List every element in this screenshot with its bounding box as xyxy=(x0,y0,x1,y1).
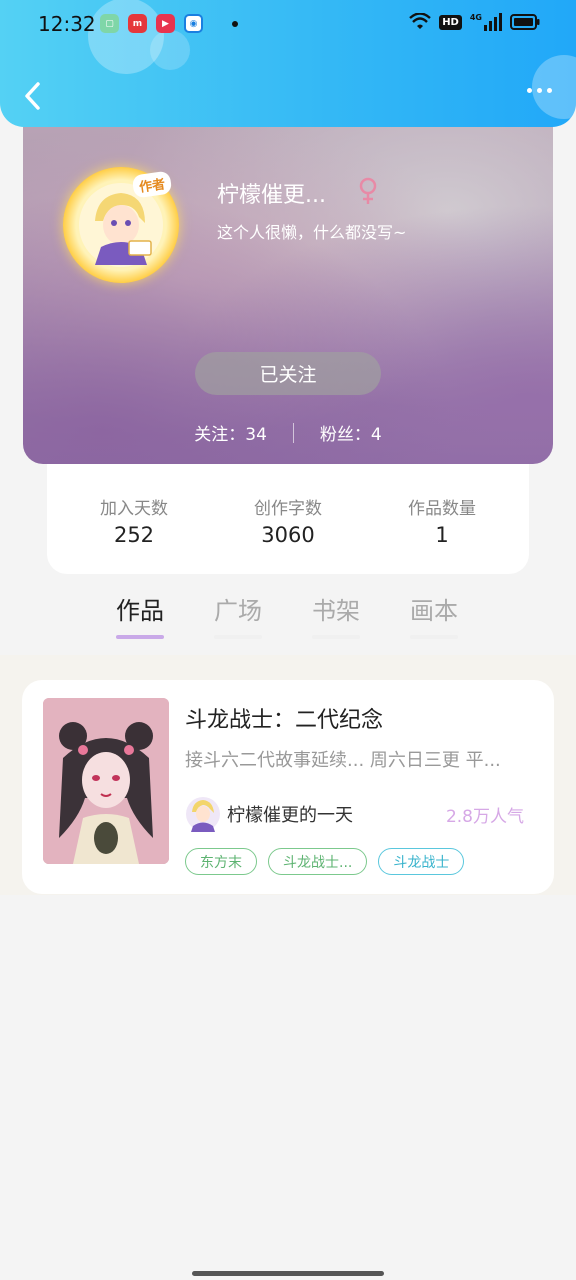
avatar[interactable]: 作者 xyxy=(63,167,179,283)
female-gender-icon xyxy=(357,177,379,209)
tag-chip[interactable]: 斗龙战士... xyxy=(268,848,368,875)
hd-icon: HD xyxy=(439,14,462,30)
stat-works-count: 作品数量 1 xyxy=(372,464,512,574)
author-name: 柠檬催更的一天 xyxy=(227,805,353,826)
wifi-icon xyxy=(409,13,431,29)
status-app-icons: ▢ m ▶ ◉ xyxy=(100,14,238,33)
home-indicator[interactable] xyxy=(192,1271,384,1276)
more-dots-icon xyxy=(527,88,532,93)
work-card[interactable]: 斗龙战士：二代纪念 接斗六二代故事延续￼... 周六日三更 平... 柠檬催更的… xyxy=(22,680,554,894)
tab-indicator xyxy=(116,635,164,639)
profile-card: 作者 柠檬催更... 这个人很懒，什么都没写~ 已关注 关注：34 粉丝：4 xyxy=(23,127,553,464)
followers-count[interactable]: 粉丝：4 xyxy=(320,420,382,445)
stat-label: 作品数量 xyxy=(408,499,476,519)
work-title: 斗龙战士：二代纪念 xyxy=(185,708,384,733)
stat-value: 1 xyxy=(435,523,449,547)
tab-picture-book[interactable]: 画本 xyxy=(404,591,464,639)
status-indicators: HD 4G xyxy=(409,13,540,31)
stat-word-count: 创作字数 3060 xyxy=(218,464,358,574)
top-header: 12:32 ▢ m ▶ ◉ HD 4G xyxy=(0,0,576,127)
video-app-icon: ▶ xyxy=(156,14,175,33)
divider xyxy=(292,422,294,443)
stat-join-days: 加入天数 252 xyxy=(64,464,204,574)
tag-list: 东方末 斗龙战士... 斗龙战士 xyxy=(185,848,465,875)
content-tabs: 作品 广场 书架 画本 xyxy=(0,585,576,655)
notification-dot-icon xyxy=(232,20,238,27)
chevron-left-icon xyxy=(25,82,40,110)
stat-value: 3060 xyxy=(261,523,315,547)
user-bio: 这个人很懒，什么都没写~ xyxy=(217,223,407,242)
stats-card: 加入天数 252 创作字数 3060 作品数量 1 xyxy=(47,464,529,574)
work-author: 柠檬催更的一天 xyxy=(185,796,353,832)
nickname: 柠檬催更... xyxy=(217,183,326,208)
popularity-count: 2.8万人气 xyxy=(445,807,524,827)
app-notification-icon: m xyxy=(128,14,147,33)
status-time: 12:32 xyxy=(38,12,96,36)
more-options-button[interactable] xyxy=(527,88,552,93)
tab-works[interactable]: 作品 xyxy=(110,591,170,639)
signal-icon: 4G xyxy=(470,13,502,31)
tab-square[interactable]: 广场 xyxy=(208,591,268,639)
follow-stats: 关注：34 粉丝：4 xyxy=(23,420,553,445)
following-count[interactable]: 关注：34 xyxy=(194,420,267,445)
follow-button[interactable]: 已关注 xyxy=(195,352,381,395)
stat-label: 加入天数 xyxy=(100,499,168,519)
back-button[interactable] xyxy=(18,76,50,116)
tag-chip[interactable]: 东方末 xyxy=(185,848,257,875)
tab-bookshelf[interactable]: 书架 xyxy=(306,591,366,639)
work-description: 接斗六二代故事延续￼... 周六日三更 平... xyxy=(185,750,501,771)
tag-chip[interactable]: 斗龙战士 xyxy=(378,848,465,875)
battery-icon xyxy=(510,14,540,30)
app-notification-icon: ▢ xyxy=(100,14,119,33)
stat-value: 252 xyxy=(113,523,155,547)
author-avatar xyxy=(186,797,220,832)
stat-label: 创作字数 xyxy=(254,499,322,519)
app-notification-icon: ◉ xyxy=(184,14,203,33)
profile-page: 12:32 ▢ m ▶ ◉ HD 4G 作者 柠檬催更... 这个人很懒，什么都… xyxy=(0,0,576,1280)
book-cover-image xyxy=(43,698,169,864)
